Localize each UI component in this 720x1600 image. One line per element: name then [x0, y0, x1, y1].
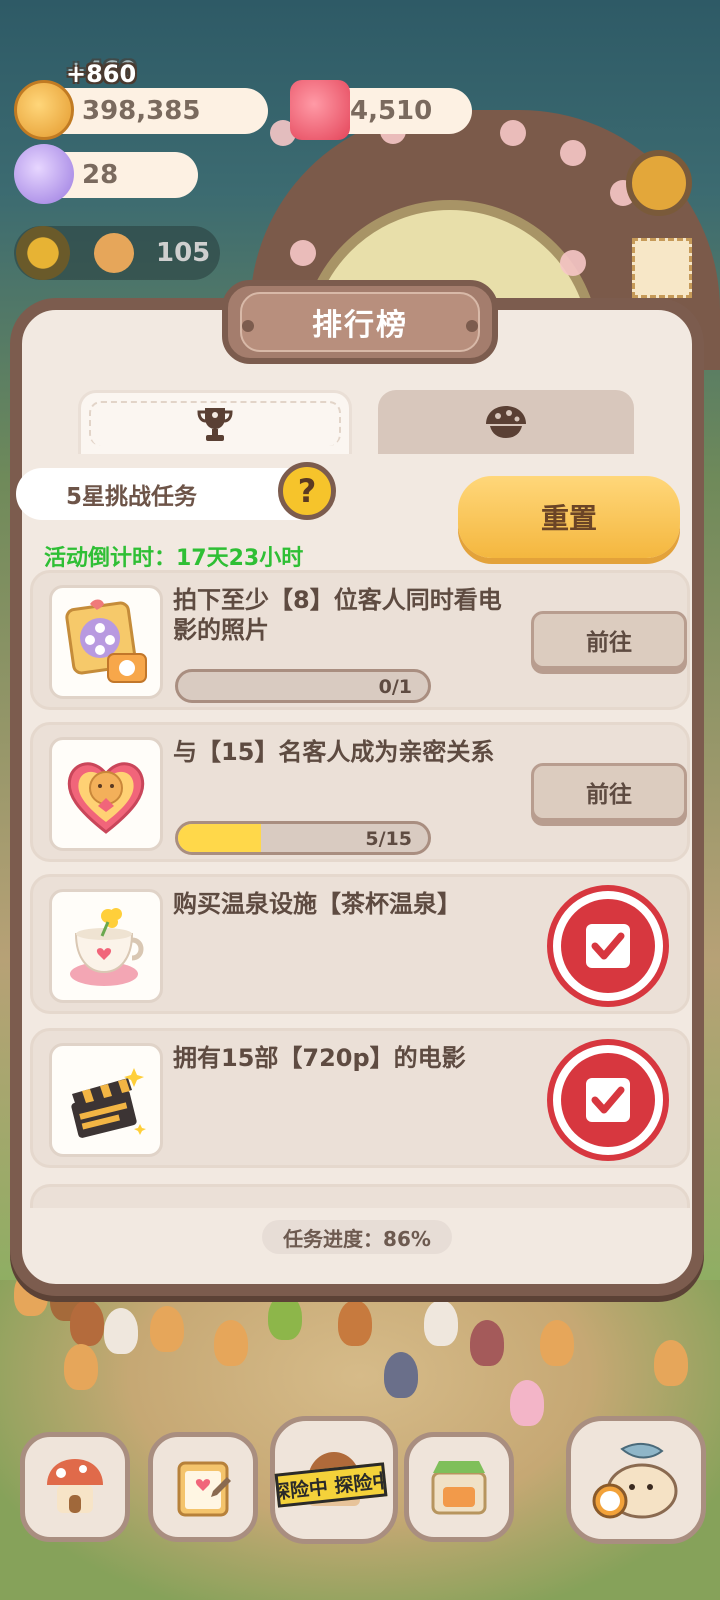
task-card: 拥有15部【720p】的电影 [30, 1028, 690, 1168]
sun-icon [16, 226, 70, 280]
cookie-character [150, 1306, 184, 1352]
cookie-coin-icon [14, 80, 74, 140]
task-thumbnail [49, 1043, 163, 1157]
completed-stamp [543, 885, 685, 1007]
blossom [560, 140, 586, 166]
checkmark-icon [586, 1078, 630, 1122]
reset-button[interactable]: 重置 [458, 476, 680, 558]
cookie-character [654, 1340, 688, 1386]
progress-text: 0/1 [378, 676, 412, 698]
task-thumbnail [49, 737, 163, 851]
go-button[interactable]: 前往 [531, 611, 687, 669]
nav-house-button[interactable] [20, 1432, 130, 1542]
cookie-character [424, 1300, 458, 1346]
stamp-ring [561, 899, 655, 993]
nav-tasks-button[interactable] [148, 1432, 258, 1542]
task-thumbnail [49, 889, 163, 1003]
panel-title-plate: 排行榜 [222, 280, 498, 364]
cookie-currency[interactable]: 398,385 [14, 80, 268, 140]
cookie-character [384, 1352, 418, 1398]
cookie-dome-icon [486, 406, 526, 438]
go-button[interactable]: 前往 [531, 763, 687, 821]
jelly-gem-icon [290, 80, 350, 140]
plate-rivet [466, 320, 478, 332]
crystal-candy-icon [14, 144, 74, 204]
teacup-icon [70, 908, 144, 986]
task-description: 拥有15部【720p】的电影 [173, 1044, 466, 1072]
task-description: 购买温泉设施【茶杯温泉】 [173, 890, 461, 918]
cookie-gain: +860 [66, 60, 137, 88]
task-progress-bar: 0/1 [175, 669, 431, 703]
nav-character-button[interactable] [566, 1416, 706, 1544]
stamina-count: 105 [156, 238, 211, 268]
gem-currency[interactable]: 4,510 [290, 80, 472, 140]
plate-rivet [242, 320, 254, 332]
shop-icon [431, 1461, 487, 1515]
task-description: 拍下至少【8】位客人同时看电影的照片 [173, 586, 502, 644]
cookie-character [214, 1320, 248, 1366]
cookie-character [540, 1320, 574, 1366]
tab-cookie-dome[interactable] [378, 390, 634, 454]
cookie-head-icon [94, 233, 134, 273]
nav-shop-button[interactable] [404, 1432, 514, 1542]
tab-trophy[interactable] [78, 390, 352, 454]
cookie-character [268, 1294, 302, 1340]
blossom [500, 120, 526, 146]
task-card: 拍下至少【8】位客人同时看电影的照片 0/1 前往 [30, 570, 690, 710]
checkmark-icon [586, 924, 630, 968]
event-countdown: 活动倒计时：17天23小时 [44, 546, 304, 571]
task-progress-summary: 任务进度：86% [262, 1220, 452, 1254]
help-button[interactable]: ? [278, 462, 336, 520]
progress-text: 5/15 [365, 828, 412, 850]
fish-character-icon [592, 1443, 678, 1519]
cookie-character [510, 1380, 544, 1426]
panel-title: 排行榜 [240, 292, 480, 352]
task-progress-bar: 5/15 [175, 821, 431, 855]
blossom [560, 250, 586, 276]
clapperboard-icon [71, 1068, 146, 1138]
cookie-character [470, 1320, 504, 1366]
task-card: 购买温泉设施【茶杯温泉】 [30, 874, 690, 1014]
notepad-icon [177, 1461, 231, 1517]
stamp-icon[interactable] [632, 238, 692, 298]
cookie-character [104, 1308, 138, 1354]
mushroom-house-icon [47, 1459, 103, 1513]
cookie-character [64, 1344, 98, 1390]
tab-dashed-border [89, 401, 341, 446]
cookie-character [70, 1300, 104, 1346]
stamina-counter[interactable]: 105 [14, 226, 220, 280]
cookie-character [338, 1300, 372, 1346]
progress-fill [178, 824, 262, 852]
blossom [290, 240, 316, 266]
task-card: 与【15】名客人成为亲密关系 5/15 前往 [30, 722, 690, 862]
task-thumbnail [49, 585, 163, 699]
stamp-ring [561, 1053, 655, 1147]
candy-currency[interactable]: 28 [14, 144, 198, 204]
heart-cookie-icon [67, 762, 145, 834]
settings-gear-icon[interactable] [626, 150, 692, 216]
task-description: 与【15】名客人成为亲密关系 [173, 738, 495, 766]
task-card-next [30, 1184, 690, 1208]
completed-stamp [543, 1039, 685, 1161]
film-camera-icon [65, 599, 147, 683]
